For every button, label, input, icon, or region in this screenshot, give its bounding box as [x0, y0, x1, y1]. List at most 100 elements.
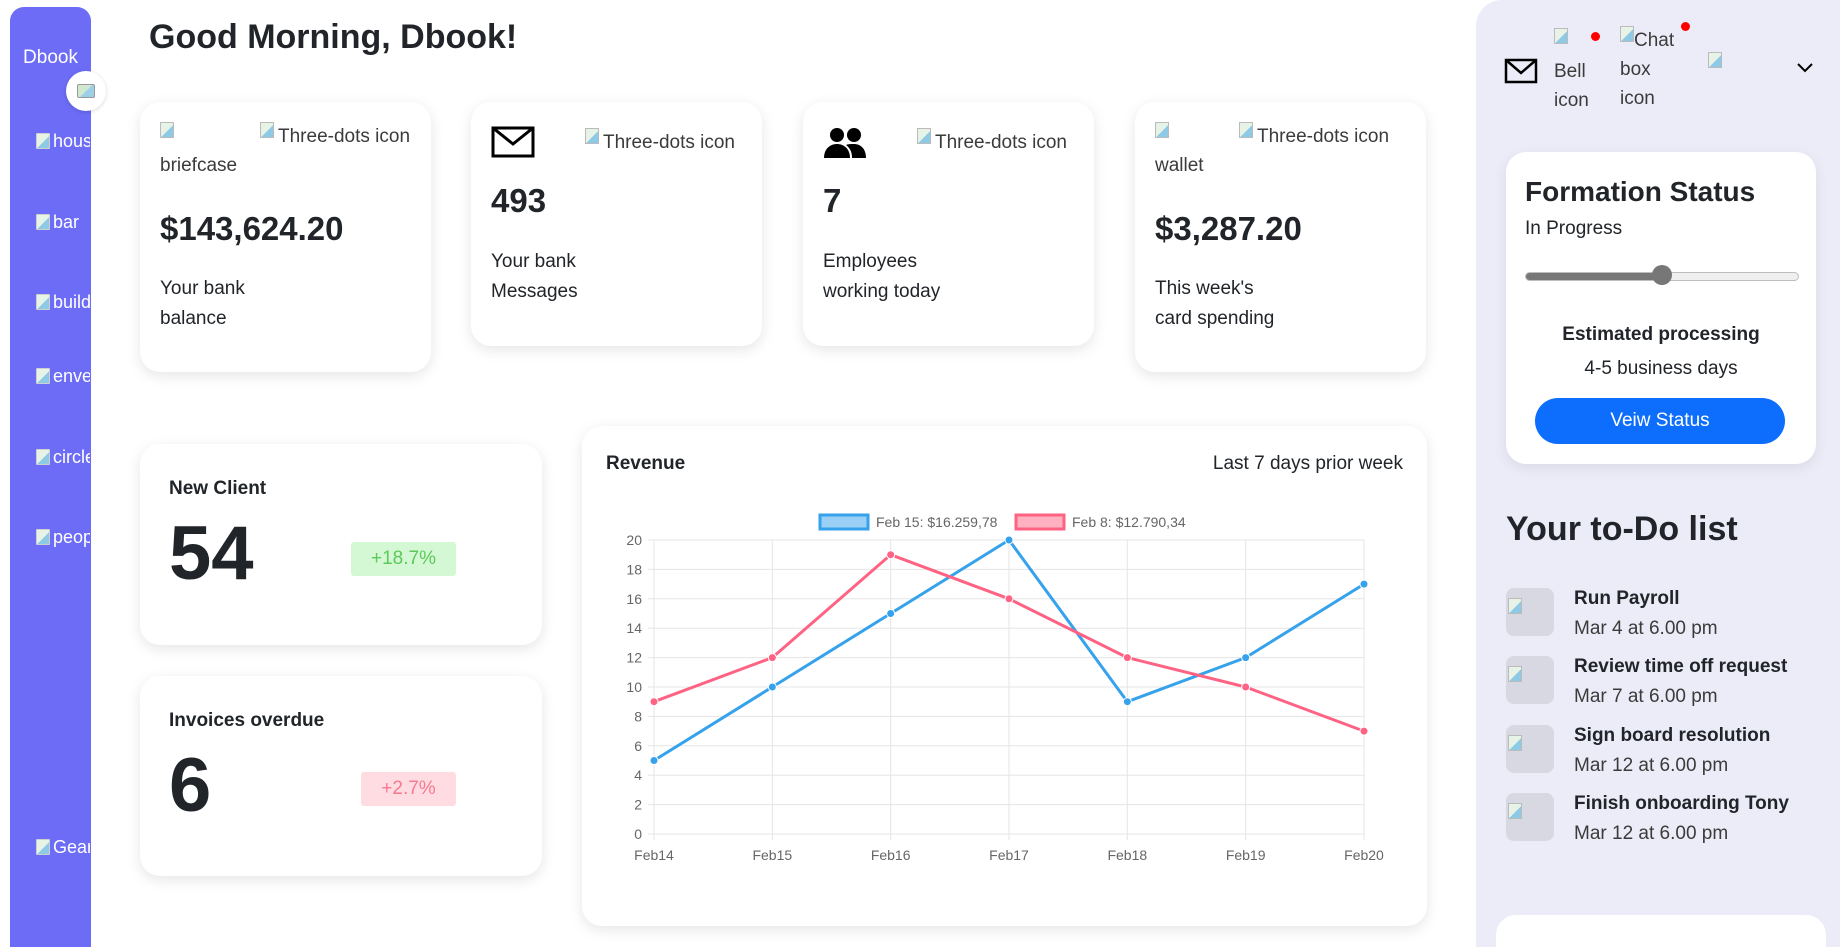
todo-thumbnail — [1506, 588, 1554, 636]
data-point — [767, 653, 777, 663]
new-client-title: New Client — [169, 478, 267, 499]
right-panel: Bellicon Chatboxicon person Formation St… — [1476, 0, 1840, 947]
sidebar-item-envelope[interactable]: envelope — [36, 367, 90, 401]
x-tick-label: Feb14 — [634, 847, 674, 863]
data-point — [649, 756, 659, 765]
todo-name: Run Payroll — [1574, 588, 1680, 609]
card-spending-value: $3,287.20 — [1155, 210, 1302, 247]
x-tick-label: Feb20 — [1344, 847, 1384, 863]
y-tick-label: 12 — [626, 650, 642, 666]
brand-logo[interactable]: Dbook — [10, 47, 91, 69]
estimated-processing-title: Estimated processing — [1562, 324, 1760, 345]
todo-name: Finish onboarding Tony — [1574, 793, 1789, 814]
x-tick-label: Feb16 — [871, 847, 911, 863]
person-avatar[interactable]: person — [1708, 52, 1768, 88]
y-tick-label: 10 — [626, 679, 642, 695]
employees-label: Employees working today — [823, 251, 941, 302]
formation-status-title: Formation Status — [1525, 176, 1756, 207]
three-dots-icon[interactable]: Three-dots icon — [575, 128, 745, 157]
three-dots-icon[interactable]: Three-dots icon — [1239, 122, 1389, 151]
sidebar-toggle-button[interactable] — [66, 71, 106, 111]
x-tick-label: Feb19 — [1226, 847, 1266, 863]
bank-balance-label: Your bank balance — [160, 278, 245, 329]
data-point — [1359, 726, 1369, 736]
sidebar-item-bar[interactable]: bar — [36, 213, 90, 247]
chevron-down-icon[interactable] — [1796, 62, 1814, 74]
todo-thumbnail — [1506, 725, 1554, 773]
house-icon — [36, 133, 50, 149]
legend-label: Feb 15: $16.259,78 — [876, 514, 998, 530]
briefcase-icon: briefcase — [160, 122, 250, 180]
legend-swatch — [818, 513, 870, 531]
new-client-change-badge: +18.7% — [351, 542, 456, 576]
data-point — [1241, 682, 1251, 692]
chat-box-icon[interactable]: Chat box icon — [1620, 26, 1690, 113]
todo-item[interactable]: Finish onboarding Tony Mar 12 at 6.00 pm — [1506, 793, 1836, 849]
x-tick-label: Feb18 — [1107, 847, 1147, 863]
card-spending-card: wallet Three-dots icon $3,287.20 This we… — [1135, 102, 1426, 372]
data-point — [1004, 594, 1014, 604]
y-tick-label: 0 — [634, 826, 642, 842]
invoices-overdue-value: 6 — [169, 743, 212, 828]
envelope-icon — [491, 126, 535, 158]
sidebar-item-house[interactable]: house — [36, 132, 90, 166]
three-dots-icon[interactable]: Three-dots icon — [260, 122, 410, 151]
card-spending-label: This week's card spending — [1155, 278, 1275, 329]
wallet-icon: wallet — [1155, 122, 1245, 180]
data-point — [1122, 697, 1132, 707]
revenue-line-chart: 0 2 4 6 8 10 12 14 16 18 20 Feb14 Feb15 Feb16 Feb17 Feb… — [626, 513, 1384, 863]
y-tick-label: 4 — [634, 767, 642, 783]
formation-status-text: In Progress — [1525, 218, 1623, 239]
data-point — [767, 682, 777, 692]
bank-messages-label: Your bank Messages — [491, 251, 578, 302]
estimated-processing-days: 4-5 business days — [1584, 358, 1738, 379]
todo-date: Mar 4 at 6.00 pm — [1574, 618, 1718, 639]
sidebar-item-gear[interactable]: Gear — [36, 838, 90, 872]
view-status-button[interactable]: Veiw Status — [1535, 398, 1785, 444]
three-dots-icon[interactable]: Three-dots icon — [907, 128, 1077, 157]
legend-swatch — [1014, 513, 1066, 531]
todo-item[interactable]: Review time off request Mar 7 at 6.00 pm — [1506, 656, 1836, 712]
envelope-icon — [36, 368, 50, 384]
todo-name: Sign board resolution — [1574, 725, 1771, 746]
todo-name: Review time off request — [1574, 656, 1788, 677]
data-point — [1122, 653, 1132, 663]
y-tick-label: 18 — [626, 561, 642, 577]
circle-icon — [36, 449, 50, 465]
page-title: Good Morning, Dbook! — [149, 18, 518, 56]
toggle-icon — [77, 84, 95, 98]
sidebar-item-circle[interactable]: circle — [36, 448, 90, 482]
new-client-card: New Client 54 +18.7% — [140, 444, 542, 645]
data-point — [649, 697, 659, 707]
bank-balance-card: briefcase Three-dots icon $143,624.20 Yo… — [140, 102, 431, 372]
formation-progress-thumb[interactable] — [1652, 265, 1672, 285]
todo-item[interactable]: Sign board resolution Mar 12 at 6.00 pm — [1506, 725, 1836, 781]
people-icon — [36, 529, 50, 545]
envelope-icon[interactable] — [1504, 58, 1538, 84]
bank-messages-card: Three-dots icon 493 Your bank Messages — [471, 102, 762, 346]
sidebar-item-building[interactable]: building — [36, 293, 90, 327]
invoices-change-badge: +2.7% — [361, 772, 456, 806]
y-tick-label: 8 — [634, 708, 642, 724]
revenue-card: Revenue Last 7 days prior week 0 2 4 6 8 10 12… — [582, 426, 1427, 926]
formation-status-card: Formation Status In Progress Estimated p… — [1506, 152, 1816, 464]
chat-notification-dot — [1681, 22, 1690, 31]
todo-thumbnail — [1506, 656, 1554, 704]
todo-date: Mar 7 at 6.00 pm — [1574, 686, 1718, 707]
y-tick-label: 20 — [626, 532, 642, 548]
invoices-overdue-title: Invoices overdue — [169, 710, 325, 731]
sidebar-item-people[interactable]: people — [36, 528, 90, 562]
bottom-card — [1496, 915, 1826, 947]
gear-icon — [36, 839, 50, 855]
bank-balance-value: $143,624.20 — [160, 210, 344, 247]
x-tick-label: Feb15 — [752, 847, 792, 863]
bank-messages-value: 493 — [491, 182, 547, 219]
new-client-value: 54 — [169, 511, 254, 596]
todo-title: Your to-Do list — [1506, 510, 1738, 548]
data-point — [1241, 653, 1251, 663]
y-tick-label: 2 — [634, 797, 642, 813]
bar-chart-icon — [36, 214, 50, 230]
todo-item[interactable]: Run Payroll Mar 4 at 6.00 pm — [1506, 588, 1836, 644]
bell-notification-dot — [1591, 32, 1600, 41]
bell-icon[interactable]: Bell icon — [1554, 28, 1604, 115]
